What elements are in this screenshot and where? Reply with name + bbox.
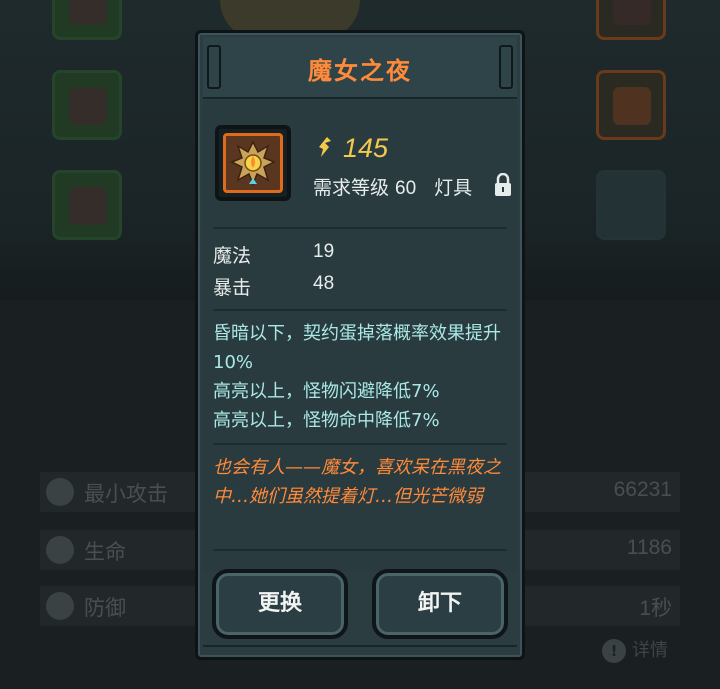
item-icon-frame xyxy=(215,125,291,201)
equip-slot-lamp[interactable] xyxy=(596,70,666,140)
heart-icon xyxy=(46,536,74,564)
stat-label: 魔法 xyxy=(213,245,252,267)
sword-icon xyxy=(46,478,74,506)
gloves-icon xyxy=(69,87,107,125)
divider xyxy=(213,549,507,551)
armor-icon xyxy=(69,187,107,225)
equip-slot-necklace[interactable] xyxy=(596,0,666,40)
equip-slot-boots[interactable] xyxy=(52,0,122,40)
item-effect: 高亮以上，怪物闪避降低7% xyxy=(213,381,440,402)
item-lore: 也会有人——魔女，喜欢呆在黑夜之中…她们虽然提着灯…但光芒微弱 xyxy=(213,457,501,507)
necklace-icon xyxy=(613,0,651,25)
equip-slot-empty[interactable] xyxy=(596,170,666,240)
boots-icon xyxy=(69,0,107,25)
details-label: 详情 xyxy=(632,640,668,661)
item-detail-modal: 魔女之夜 145 需求等级 60 灯具 魔法 19 暴击 48 昏暗以下，契约蛋… xyxy=(195,30,525,660)
equip-slot-armor[interactable] xyxy=(52,170,122,240)
details-link[interactable]: ! 详情 xyxy=(602,636,668,663)
stat-label: 生命 xyxy=(84,540,126,564)
item-name: 魔女之夜 xyxy=(308,57,412,85)
stat-value: 66231 xyxy=(613,478,672,501)
divider xyxy=(213,443,507,445)
modal-header: 魔女之夜 xyxy=(203,37,517,99)
stat-label: 防御 xyxy=(84,596,126,620)
item-stat-crit: 暴击 48 xyxy=(213,273,334,300)
item-effect: 昏暗以下，契约蛋掉落概率效果提升10% xyxy=(213,323,501,373)
stat-label: 最小攻击 xyxy=(84,482,168,506)
lamp-icon xyxy=(230,140,276,186)
equip-slot-gloves[interactable] xyxy=(52,70,122,140)
divider xyxy=(213,309,507,311)
power-icon xyxy=(319,137,331,157)
modal-body: 145 需求等级 60 灯具 魔法 19 暴击 48 昏暗以下，契约蛋掉落概率效果提… xyxy=(203,101,517,571)
lamp-icon xyxy=(613,87,651,125)
item-stat-magic: 魔法 19 xyxy=(213,241,334,268)
unequip-button[interactable]: 卸下 xyxy=(372,569,508,639)
power-value: 145 xyxy=(343,133,389,163)
stat-value: 1秒 xyxy=(639,597,672,620)
stat-value: 1186 xyxy=(626,536,672,559)
replace-button[interactable]: 更换 xyxy=(212,569,348,639)
stat-value: 19 xyxy=(313,241,335,262)
requirement-line: 需求等级 60 灯具 xyxy=(313,173,472,200)
lock-icon[interactable] xyxy=(493,173,513,197)
modal-footer xyxy=(203,645,517,655)
item-rarity-frame xyxy=(223,133,283,193)
item-effect: 高亮以上，怪物命中降低7% xyxy=(213,410,440,431)
required-level-label: 需求等级 xyxy=(313,177,390,199)
power-rating: 145 xyxy=(313,133,388,164)
info-icon: ! xyxy=(602,639,626,663)
stat-value: 48 xyxy=(313,273,335,294)
stat-label: 暴击 xyxy=(213,277,252,299)
item-slot-type: 灯具 xyxy=(434,177,473,199)
required-level-value: 60 xyxy=(395,178,417,199)
shield-icon xyxy=(46,592,74,620)
divider xyxy=(213,227,507,229)
